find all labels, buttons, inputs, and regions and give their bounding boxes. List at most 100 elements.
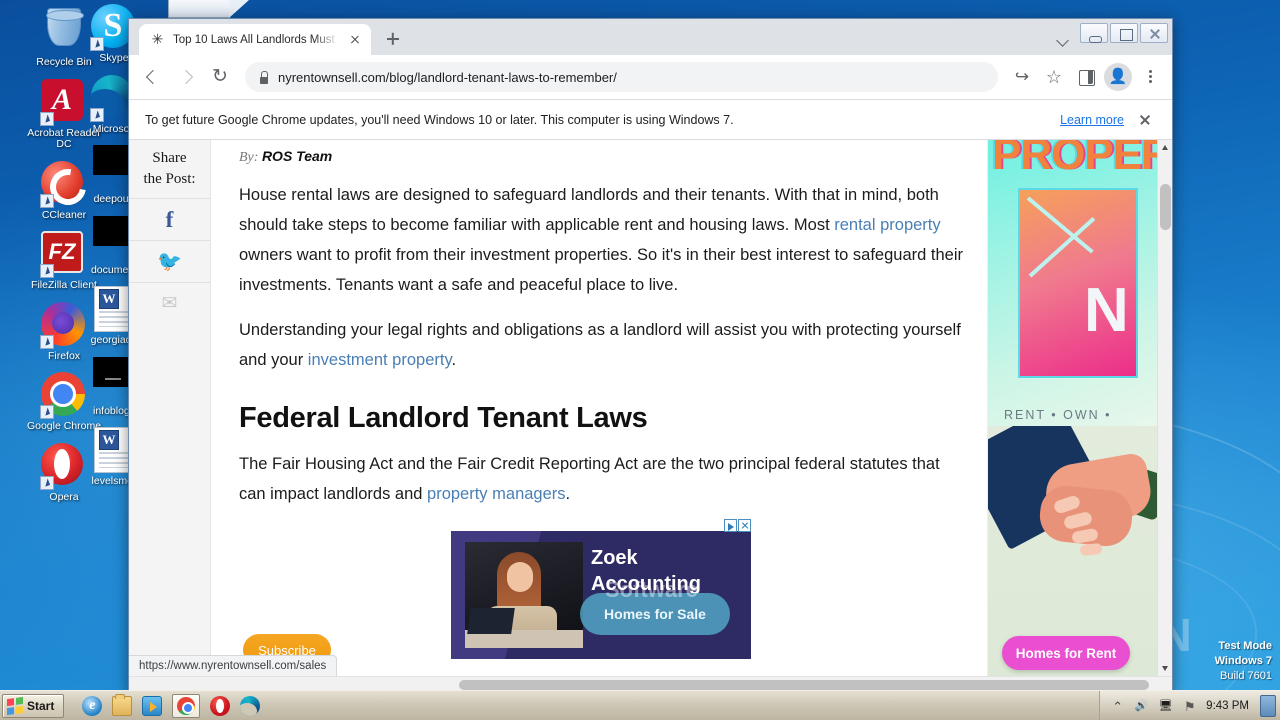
ad-cta-button[interactable]: Homes for Sale bbox=[580, 593, 730, 635]
show-hidden-icons-icon[interactable] bbox=[1110, 699, 1125, 714]
rental-property-link[interactable]: rental property bbox=[834, 216, 940, 234]
share-label: Share the Post: bbox=[129, 148, 210, 198]
minimize-button[interactable] bbox=[1080, 23, 1108, 43]
homes-for-rent-label: Homes for Rent bbox=[1015, 645, 1117, 661]
ad-close-icon[interactable] bbox=[738, 519, 751, 532]
twitter-icon: 🐦 bbox=[157, 250, 182, 273]
ad-photo bbox=[465, 542, 583, 648]
windows-logo-icon bbox=[7, 696, 23, 715]
property-managers-link[interactable]: property managers bbox=[427, 485, 566, 503]
internet-explorer-icon[interactable] bbox=[82, 695, 103, 716]
file-explorer-icon[interactable] bbox=[112, 693, 133, 716]
volume-icon[interactable] bbox=[1134, 699, 1149, 714]
ad-choices-badges bbox=[724, 519, 751, 532]
chrome-browser-window: Top 10 Laws All Landlords Must Know nyre… bbox=[128, 18, 1173, 693]
chrome-menu-icon[interactable] bbox=[1136, 63, 1164, 91]
paragraph-2-text-b: . bbox=[451, 351, 457, 369]
notification-text: To get future Google Chrome updates, you… bbox=[145, 112, 734, 127]
web-page-content: Share the Post: f 🐦 ✉ By: ROS Team House… bbox=[129, 140, 1172, 676]
side-panel-icon[interactable] bbox=[1072, 63, 1100, 91]
test-mode-line-2: Windows 7 bbox=[1214, 655, 1272, 667]
ad-copy: Zoek Accounting Software Homes for Sale bbox=[580, 531, 751, 659]
tab-title: Top 10 Laws All Landlords Must Know bbox=[173, 33, 339, 46]
quick-launch-area bbox=[82, 693, 261, 718]
start-button[interactable]: Start bbox=[2, 693, 65, 718]
facebook-icon: f bbox=[165, 207, 174, 232]
scroll-up-arrow-icon[interactable] bbox=[1158, 140, 1172, 155]
sidebar-ad-graphic: PROPERTY N RENT • OWN • bbox=[988, 140, 1157, 430]
browser-tab-active[interactable]: Top 10 Laws All Landlords Must Know bbox=[139, 24, 371, 55]
paragraph-2: Understanding your legal rights and obli… bbox=[239, 315, 963, 375]
sidebar-ad-tagline: RENT • OWN • bbox=[1004, 408, 1112, 422]
sidebar-ad-letter: N bbox=[1084, 276, 1129, 345]
address-bar[interactable]: nyrentownsell.com/blog/landlord-tenant-l… bbox=[245, 62, 998, 92]
paragraph-3: The Fair Housing Act and the Fair Credit… bbox=[239, 449, 963, 509]
notification-close-icon[interactable] bbox=[1134, 109, 1156, 131]
system-tray: 9:43 PM bbox=[1099, 691, 1280, 720]
action-center-flag-icon[interactable] bbox=[1182, 699, 1197, 714]
byline: By: ROS Team bbox=[239, 148, 963, 166]
site-favicon-icon bbox=[150, 32, 165, 47]
paragraph-3-text-b: . bbox=[565, 485, 571, 503]
chrome-taskbar-button[interactable] bbox=[172, 693, 201, 718]
opera-taskbar-button[interactable] bbox=[210, 695, 231, 716]
share-label-line-2: the Post: bbox=[143, 171, 196, 187]
paragraph-1: House rental laws are designed to safegu… bbox=[239, 180, 963, 300]
share-facebook-button[interactable]: f bbox=[129, 198, 210, 240]
windows-taskbar: Start 9:43 PM bbox=[0, 690, 1280, 720]
new-tab-button[interactable] bbox=[379, 25, 407, 53]
show-desktop-button[interactable] bbox=[1260, 695, 1276, 717]
edge-taskbar-button[interactable] bbox=[240, 695, 261, 716]
lock-icon bbox=[258, 70, 269, 84]
share-post-rail: Share the Post: f 🐦 ✉ bbox=[129, 140, 211, 676]
status-bar-url: https://www.nyrentownsell.com/sales bbox=[139, 660, 327, 672]
forward-button[interactable] bbox=[171, 62, 201, 92]
test-mode-overlay: Test Mode Windows 7 Build 7601 bbox=[1215, 639, 1272, 684]
share-icon[interactable] bbox=[1008, 63, 1036, 91]
chrome-icon bbox=[177, 696, 196, 715]
byline-author: ROS Team bbox=[261, 148, 333, 164]
handshake-illustration: Homes for Rent bbox=[988, 426, 1157, 676]
adchoices-info-icon[interactable] bbox=[724, 519, 737, 532]
homes-for-rent-button[interactable]: Homes for Rent bbox=[1002, 636, 1130, 670]
scroll-down-arrow-icon[interactable] bbox=[1158, 661, 1172, 676]
back-button[interactable] bbox=[137, 62, 167, 92]
article-body: By: ROS Team House rental laws are desig… bbox=[211, 140, 987, 676]
address-bar-url: nyrentownsell.com/blog/landlord-tenant-l… bbox=[278, 69, 617, 85]
email-icon: ✉ bbox=[161, 293, 178, 314]
page-scrollbar[interactable] bbox=[1157, 140, 1172, 676]
ad-cta-label: Homes for Sale bbox=[604, 606, 706, 622]
share-twitter-button[interactable]: 🐦 bbox=[129, 240, 210, 282]
page-viewport: Share the Post: f 🐦 ✉ By: ROS Team House… bbox=[129, 140, 1172, 676]
bookmark-star-icon[interactable] bbox=[1040, 63, 1068, 91]
taskbar-clock[interactable]: 9:43 PM bbox=[1206, 700, 1249, 712]
horizontal-scrollbar-thumb[interactable] bbox=[459, 680, 1149, 690]
network-icon[interactable] bbox=[1158, 699, 1173, 714]
advertisement-block: Zoek Accounting Software Homes for Sale bbox=[451, 519, 751, 659]
chevron-down-icon[interactable] bbox=[1054, 30, 1072, 48]
reload-button[interactable] bbox=[205, 62, 235, 92]
profile-avatar-icon[interactable] bbox=[1104, 63, 1132, 91]
paragraph-3-text-a: The Fair Housing Act and the Fair Credit… bbox=[239, 455, 940, 503]
maximize-button[interactable] bbox=[1110, 23, 1138, 43]
browser-toolbar: nyrentownsell.com/blog/landlord-tenant-l… bbox=[129, 55, 1172, 100]
paragraph-1-text-b: owners want to profit from their investm… bbox=[239, 246, 963, 294]
start-label: Start bbox=[27, 698, 55, 713]
share-email-button[interactable]: ✉ bbox=[129, 282, 210, 324]
ad-banner[interactable]: Zoek Accounting Software Homes for Sale bbox=[451, 531, 751, 659]
test-mode-line-3: Build 7601 bbox=[1220, 670, 1272, 682]
scrollbar-thumb[interactable] bbox=[1160, 184, 1171, 230]
investment-property-link[interactable]: investment property bbox=[308, 351, 452, 369]
media-player-icon[interactable] bbox=[142, 695, 163, 716]
window-controls bbox=[1080, 23, 1168, 43]
tab-strip: Top 10 Laws All Landlords Must Know bbox=[129, 19, 1172, 55]
learn-more-link[interactable]: Learn more bbox=[1060, 113, 1124, 127]
section-heading: Federal Landlord Tenant Laws bbox=[239, 402, 648, 434]
ad-headline-line-1: Zoek bbox=[591, 547, 638, 569]
sidebar-advertisement[interactable]: PROPERTY N RENT • OWN • Homes for Rent bbox=[987, 140, 1157, 676]
close-button[interactable] bbox=[1140, 23, 1168, 43]
status-bar: https://www.nyrentownsell.com/sales bbox=[129, 655, 338, 676]
test-mode-line-1: Test Mode bbox=[1218, 640, 1272, 652]
update-notification-bar: To get future Google Chrome updates, you… bbox=[129, 100, 1172, 140]
tab-close-icon[interactable] bbox=[347, 32, 363, 48]
